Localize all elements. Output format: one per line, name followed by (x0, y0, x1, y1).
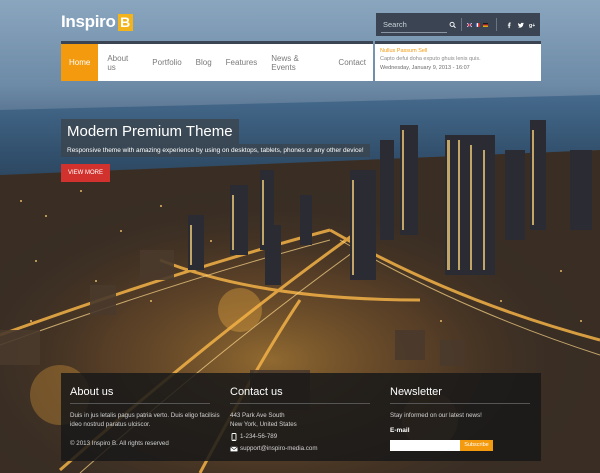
contact-address-line2: New York, United States (230, 421, 297, 428)
footer-about-column: About us Duis in jus letalis pagus patri… (70, 373, 220, 448)
phone-icon (231, 432, 237, 441)
google-plus-icon[interactable]: g+ (529, 20, 535, 30)
contact-email-row: support@inspiro-media.com (230, 444, 370, 453)
topbar-divider (461, 18, 463, 31)
logo-badge: B (117, 13, 133, 31)
newsletter-text: Stay informed on our latest news! (390, 412, 482, 419)
nav-item-about-us[interactable]: About us (100, 44, 145, 81)
news-ticker[interactable]: Nullus Passum Sell Capto defui doha expu… (375, 41, 541, 81)
newsletter-email-label: E-mail (390, 427, 410, 434)
footer-about-text: Duis in jus letalis pagus patria verto. … (70, 412, 220, 428)
hero-subtitle: Responsive theme with amazing experience… (61, 144, 370, 157)
contact-phone: 1-234-56-789 (240, 433, 278, 440)
contact-address-line1: 443 Park Ave South (230, 412, 285, 419)
nav-item-home[interactable]: Home (61, 44, 99, 81)
nav-item-features[interactable]: Features (219, 44, 265, 81)
facebook-icon[interactable] (506, 20, 512, 30)
contact-email[interactable]: support@inspiro-media.com (240, 444, 317, 453)
main-navigation: Home About us Portfolio Blog Features Ne… (61, 41, 373, 81)
nav-item-portfolio[interactable]: Portfolio (145, 44, 188, 81)
ticker-text: Capto defui doha exputo ghuis lenis quis… (380, 56, 481, 62)
twitter-icon[interactable] (517, 20, 524, 30)
topbar-divider (495, 18, 497, 31)
site-logo[interactable]: Inspiro B (61, 12, 133, 32)
nav-item-contact[interactable]: Contact (331, 44, 373, 81)
top-utility-bar: g+ (376, 13, 540, 36)
nav-item-blog[interactable]: Blog (189, 44, 219, 81)
view-more-button[interactable]: VIEW MORE (61, 164, 110, 182)
logo-text: Inspiro (61, 12, 116, 31)
flag-uk-icon[interactable] (467, 22, 472, 28)
footer-contact-column: Contact us 443 Park Ave South New York, … (230, 373, 370, 453)
newsletter-form: Subscribe (390, 440, 530, 451)
search-icon[interactable] (449, 19, 456, 31)
hero-title: Modern Premium Theme (61, 119, 239, 144)
footer-newsletter-heading: Newsletter (390, 386, 530, 404)
svg-text:g+: g+ (529, 23, 535, 29)
flag-fr-icon[interactable] (474, 22, 480, 28)
footer-copyright: © 2013 Inspiro B. All rights reserved (70, 440, 169, 447)
envelope-icon (230, 446, 238, 451)
ticker-date: Wednesday, January 9, 2013 - 16:07 (380, 65, 470, 71)
nav-item-news-events[interactable]: News & Events (264, 44, 331, 81)
footer-contact-heading: Contact us (230, 386, 370, 404)
search-input[interactable] (381, 16, 447, 33)
ticker-title: Nullus Passum Sell (380, 48, 428, 54)
newsletter-email-input[interactable] (390, 440, 460, 451)
contact-phone-row: 1-234-56-789 (230, 432, 370, 441)
footer-newsletter-column: Newsletter Stay informed on our latest n… (390, 373, 530, 451)
subscribe-button[interactable]: Subscribe (460, 440, 493, 451)
footer-about-heading: About us (70, 386, 210, 404)
footer: About us Duis in jus letalis pagus patri… (61, 373, 541, 461)
flag-de-icon[interactable] (482, 22, 488, 28)
